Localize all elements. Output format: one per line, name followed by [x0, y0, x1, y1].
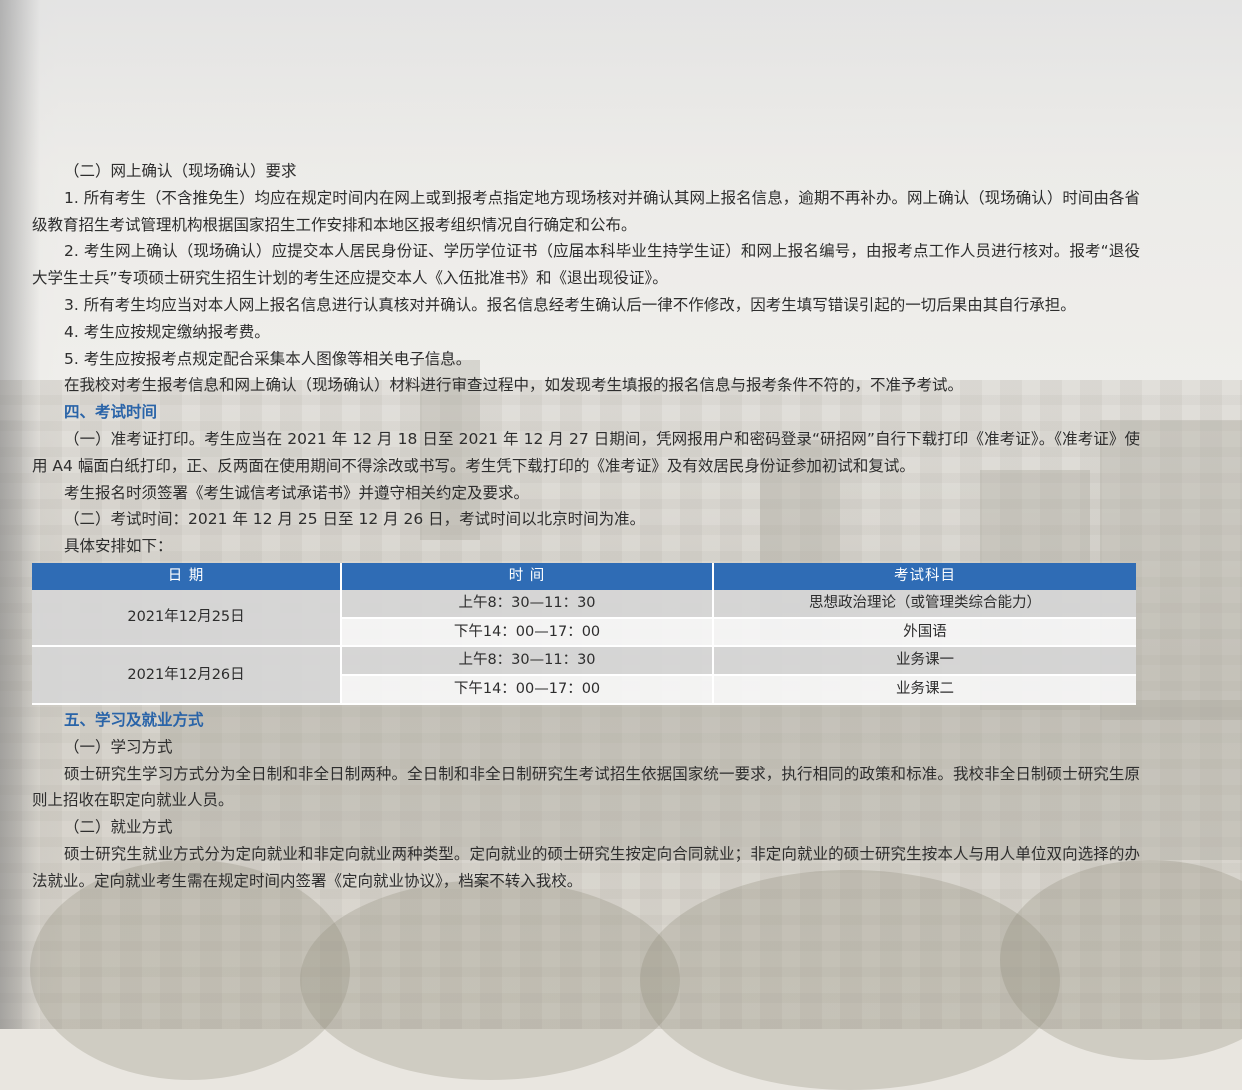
paragraph: 2. 考生网上确认（现场确认）应提交本人居民身份证、学历学位证书（应届本科毕业生…: [32, 242, 1140, 288]
table-cell-subject: 业务课一: [713, 646, 1136, 677]
table-cell-date: 2021年12月25日: [32, 589, 342, 648]
paragraph: 硕士研究生学习方式分为全日制和非全日制两种。全日制和非全日制研究生考试招生依据国…: [32, 764, 1140, 810]
paragraph: 具体安排如下：: [64, 537, 173, 556]
table-header-time: 时 间: [341, 562, 714, 590]
paragraph: 4. 考生应按规定缴纳报考费。: [64, 322, 270, 341]
paragraph: 硕士研究生就业方式分为定向就业和非定向就业两种类型。定向就业的硕士研究生按定向合…: [32, 844, 1140, 890]
table-cell-time: 下午14：00—17：00: [341, 675, 714, 705]
table-cell-subject: 思想政治理论（或管理类综合能力）: [713, 589, 1136, 619]
paragraph: 3. 所有考生均应当对本人网上报名信息进行认真核对并确认。报名信息经考生确认后一…: [64, 295, 1076, 314]
table-cell-time: 上午8：30—11：30: [341, 589, 714, 619]
section-heading-study-employment: 五、学习及就业方式: [64, 710, 204, 729]
table-cell-date: 2021年12月26日: [32, 646, 342, 705]
subsection-heading: （二）就业方式: [64, 818, 173, 837]
subsection-heading: （二）网上确认（现场确认）要求: [64, 162, 297, 180]
table-row: 2021年12月26日 上午8：30—11：30 业务课一: [32, 646, 1136, 705]
subsection-heading: （一）学习方式: [64, 737, 173, 756]
paragraph: 1. 所有考生（不含推免生）均应在规定时间内在网上或到报考点指定地方现场核对并确…: [32, 188, 1140, 234]
paragraph: 考生报名时须签署《考生诚信考试承诺书》并遵守相关约定及要求。: [64, 483, 530, 502]
exam-schedule-table: 日 期 时 间 考试科目 2021年12月25日 上午8：30—11：30 思想…: [32, 562, 1136, 705]
paragraph: 在我校对考生报考信息和网上确认（现场确认）材料进行审查过程中，如发现考生填报的报…: [64, 376, 964, 395]
table-cell-time: 下午14：00—17：00: [341, 617, 714, 648]
table-header-subject: 考试科目: [713, 562, 1136, 590]
document-body: （二）网上确认（现场确认）要求 1. 所有考生（不含推免生）均应在规定时间内在网…: [32, 158, 1140, 895]
paragraph: 5. 考生应按报考点规定配合采集本人图像等相关电子信息。: [64, 349, 472, 368]
background-tree: [300, 880, 680, 1080]
paragraph: （一）准考证打印。考生应当在 2021 年 12 月 18 日至 2021 年 …: [32, 429, 1140, 475]
table-header-row: 日 期 时 间 考试科目: [32, 562, 1136, 590]
table-header-date: 日 期: [32, 562, 342, 590]
table-row: 2021年12月25日 上午8：30—11：30 思想政治理论（或管理类综合能力…: [32, 589, 1136, 648]
paragraph: （二）考试时间：2021 年 12 月 25 日至 12 月 26 日，考试时间…: [64, 510, 646, 529]
table-cell-time: 上午8：30—11：30: [341, 646, 714, 677]
section-heading-exam-time: 四、考试时间: [64, 403, 158, 422]
background-tree: [640, 870, 1060, 1090]
table-cell-subject: 外国语: [713, 617, 1136, 648]
table-cell-subject: 业务课二: [713, 675, 1136, 705]
